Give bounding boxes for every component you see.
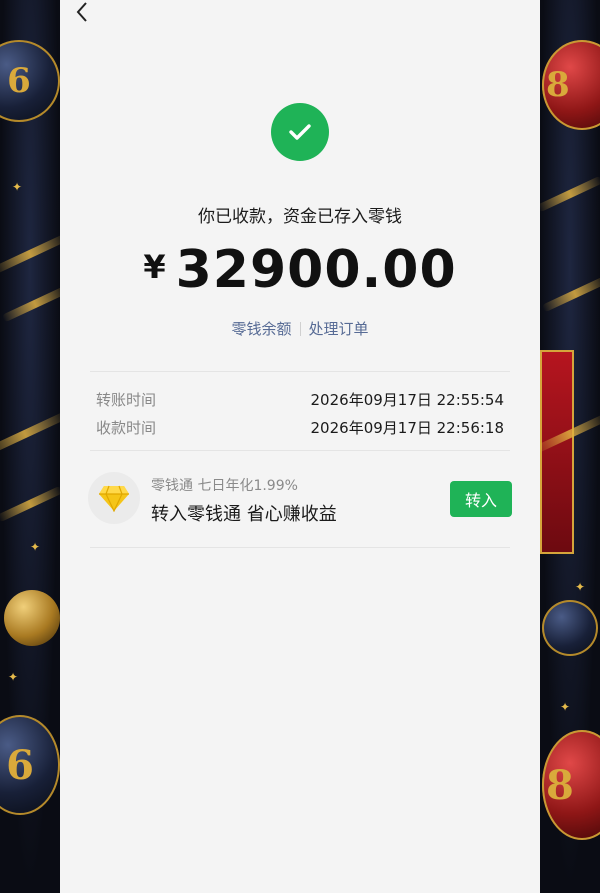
chevron-left-icon: [76, 2, 87, 22]
ball-number: 8: [546, 761, 574, 809]
receive-time-row: 收款时间 2026年09月17日 22:56:18: [96, 417, 504, 438]
sparkle-icon: ✦: [8, 670, 19, 684]
ball-number: 6: [6, 741, 34, 789]
lottery-ball: 6: [0, 715, 60, 815]
gold-streak: [0, 485, 60, 523]
ball-number: 6: [7, 61, 31, 101]
gold-streak: [0, 411, 60, 457]
sparkle-icon: ✦: [560, 700, 571, 714]
ball-number: 8: [546, 65, 570, 105]
currency-symbol: ¥: [143, 248, 166, 286]
link-divider: [299, 322, 301, 336]
transfer-in-button[interactable]: 转入: [450, 481, 512, 517]
promo-subtitle: 零钱通 七日年化1.99%: [151, 478, 298, 494]
diamond-icon: [88, 472, 140, 524]
process-order-link[interactable]: 处理订单: [309, 320, 369, 338]
status-message: 你已收款，资金已存入零钱: [198, 207, 402, 227]
dark-orb: [542, 600, 598, 656]
lottery-ball: 8: [542, 40, 600, 130]
gold-streak: [541, 275, 600, 313]
receipt-panel: 你已收款，资金已存入零钱 ¥32900.00 零钱余额 处理订单 转账时间 202…: [60, 0, 540, 893]
transfer-time-label: 转账时间: [96, 391, 157, 409]
gold-orb: [4, 590, 60, 646]
transfer-time-value: 2026年09月17日 22:55:54: [310, 391, 504, 409]
action-links: 零钱余额 处理订单: [60, 318, 540, 339]
divider: [90, 371, 510, 372]
divider: [90, 547, 510, 548]
balance-link[interactable]: 零钱余额: [231, 320, 291, 338]
gold-streak: [0, 233, 60, 275]
back-button[interactable]: [70, 0, 96, 26]
lottery-ball: 8: [542, 730, 600, 840]
check-circle-icon: [271, 103, 329, 161]
background-left-decoration: 6 6 ✦ ✦ ✦: [0, 0, 60, 893]
gold-streak: [1, 285, 60, 323]
transfer-time-row: 转账时间 2026年09月17日 22:55:54: [96, 389, 504, 410]
receive-time-label: 收款时间: [96, 419, 157, 437]
sparkle-icon: ✦: [575, 580, 586, 594]
lottery-ball: 6: [0, 40, 60, 122]
amount-display: ¥32900.00: [60, 240, 540, 300]
red-banner-decoration: [540, 350, 574, 554]
amount-value: 32900.00: [175, 240, 457, 300]
background-right-decoration: 8 8 ✦ ✦: [540, 0, 600, 893]
receive-time-value: 2026年09月17日 22:56:18: [310, 419, 504, 437]
gold-streak: [540, 175, 600, 213]
sparkle-icon: ✦: [30, 540, 41, 554]
promo-title: 转入零钱通 省心赚收益: [151, 504, 337, 525]
sparkle-icon: ✦: [12, 180, 23, 194]
divider: [90, 450, 510, 451]
